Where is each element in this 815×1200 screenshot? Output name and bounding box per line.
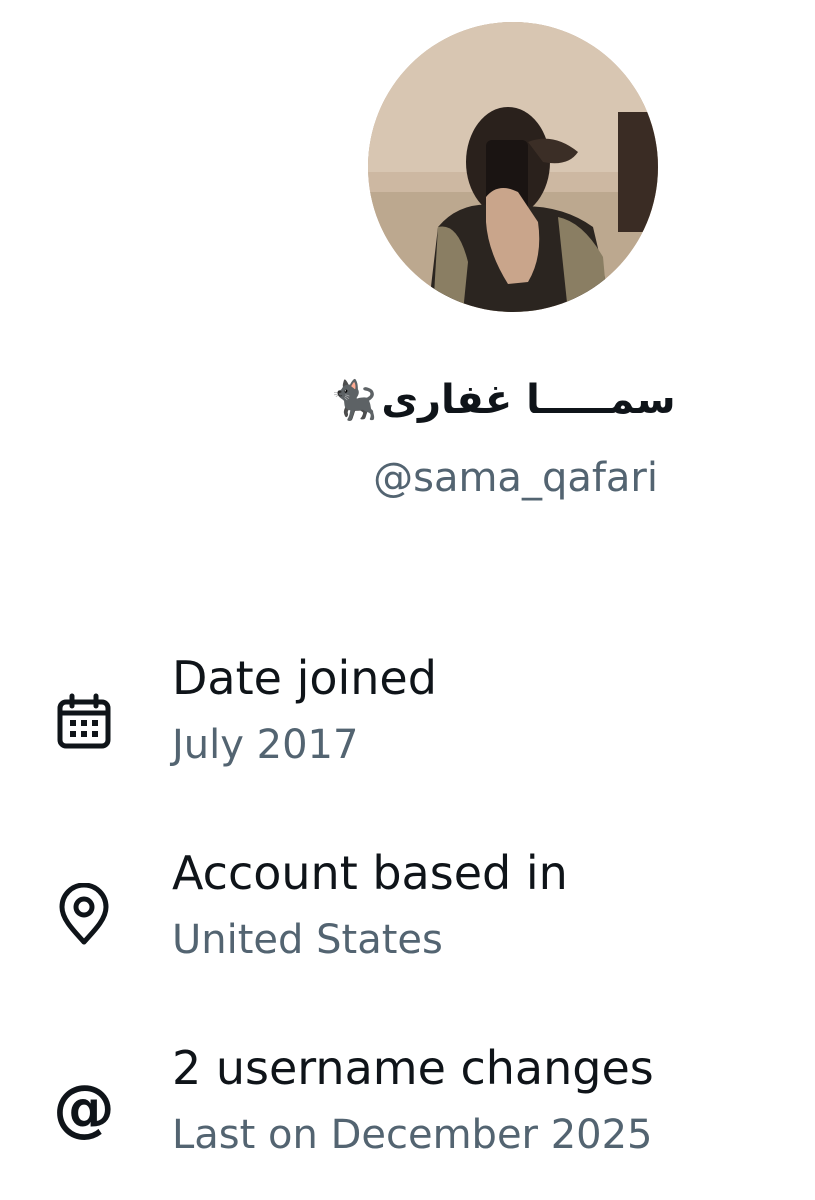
date-joined-label: Date joined xyxy=(172,651,437,705)
info-row-account-location: Account based in United States xyxy=(0,843,815,993)
account-location-value: United States xyxy=(172,917,443,963)
info-row-date-joined: Date joined July 2017 xyxy=(0,648,815,798)
date-joined-value: July 2017 xyxy=(172,722,359,768)
display-name-text: سمـــــا غفاری xyxy=(381,377,676,423)
avatar-photo xyxy=(368,22,658,312)
display-name: سمـــــا غفاری 🐈‍⬛ xyxy=(330,365,680,435)
info-row-username-changes: @ 2 username changes Last on December 20… xyxy=(0,1038,815,1188)
account-location-label: Account based in xyxy=(172,846,568,900)
location-pin-icon xyxy=(50,881,118,949)
black-cat-icon: 🐈‍⬛ xyxy=(330,378,378,422)
username-changes-label: 2 username changes xyxy=(172,1041,654,1095)
username-changes-value: Last on December 2025 xyxy=(172,1112,653,1158)
profile-handle: @sama_qafari xyxy=(373,455,658,501)
profile-avatar[interactable] xyxy=(368,22,658,312)
calendar-icon xyxy=(50,688,118,756)
at-sign-icon: @ xyxy=(53,1071,115,1144)
